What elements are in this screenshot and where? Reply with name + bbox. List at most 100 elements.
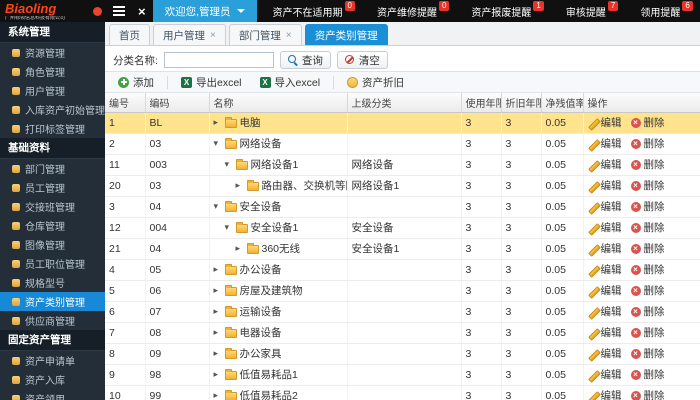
delete-button[interactable]: 删除 bbox=[630, 304, 665, 319]
delete-button[interactable]: 删除 bbox=[630, 136, 665, 151]
edit-button[interactable]: 编辑 bbox=[588, 220, 622, 235]
query-button[interactable]: 查询 bbox=[279, 51, 331, 69]
tree-node[interactable]: ▸ 低值易耗品1 bbox=[214, 367, 343, 382]
tree-node[interactable]: ▾ 安全设备 bbox=[214, 199, 343, 214]
expand-icon[interactable]: ▸ bbox=[214, 306, 222, 317]
tab-3[interactable]: 资产类别管理 bbox=[304, 24, 388, 45]
tab-close-icon[interactable]: × bbox=[210, 30, 216, 41]
expand-icon[interactable]: ▸ bbox=[236, 180, 244, 191]
table-row[interactable]: 203▾网络设备330.05编辑删除 bbox=[105, 133, 700, 155]
category-name-input[interactable] bbox=[163, 52, 274, 68]
collapse-icon[interactable]: ▾ bbox=[225, 222, 233, 233]
sidebar-item-0-4[interactable]: 打印标签管理 bbox=[0, 119, 105, 138]
topbar-notify-item-1[interactable]: 资产维修提醒0 bbox=[377, 0, 450, 19]
table-row[interactable]: 506▸房屋及建筑物330.05编辑删除 bbox=[105, 280, 700, 302]
column-header-0[interactable]: 编号 bbox=[105, 93, 146, 113]
delete-button[interactable]: 删除 bbox=[630, 115, 665, 130]
export-excel-button[interactable]: 导出excel bbox=[174, 73, 249, 92]
expand-icon[interactable]: ▸ bbox=[214, 264, 222, 275]
column-header-6[interactable]: 净残值率 bbox=[541, 93, 584, 113]
edit-button[interactable]: 编辑 bbox=[588, 304, 622, 319]
tree-node[interactable]: ▸ 360无线 bbox=[214, 241, 343, 256]
table-row[interactable]: 998▸低值易耗品1330.05编辑删除 bbox=[105, 364, 700, 386]
sidebar-item-0-0[interactable]: 资源管理 bbox=[0, 43, 105, 62]
tree-node[interactable]: ▸ 办公设备 bbox=[214, 262, 343, 277]
delete-button[interactable]: 删除 bbox=[630, 199, 665, 214]
tab-1[interactable]: 用户管理 × bbox=[153, 24, 226, 45]
tree-node[interactable]: ▸ 运输设备 bbox=[214, 304, 343, 319]
delete-button[interactable]: 删除 bbox=[630, 283, 665, 298]
table-row[interactable]: 708▸电器设备330.05编辑删除 bbox=[105, 322, 700, 344]
delete-button[interactable]: 删除 bbox=[630, 325, 665, 340]
sidebar-section-header-0[interactable]: 系统管理 bbox=[0, 22, 105, 43]
expand-icon[interactable]: ▸ bbox=[214, 369, 222, 380]
edit-button[interactable]: 编辑 bbox=[588, 367, 622, 382]
collapse-icon[interactable]: × bbox=[138, 4, 146, 19]
expand-icon[interactable]: ▸ bbox=[214, 327, 222, 338]
tree-node[interactable]: ▾ 网络设备 bbox=[214, 136, 343, 151]
column-header-5[interactable]: 折旧年限 bbox=[501, 93, 542, 113]
table-row[interactable]: 2104▸360无线安全设备1330.05编辑删除 bbox=[105, 238, 700, 260]
delete-button[interactable]: 删除 bbox=[630, 178, 665, 193]
sidebar-item-0-1[interactable]: 角色管理 bbox=[0, 62, 105, 81]
notification-dot-icon[interactable] bbox=[93, 6, 102, 16]
column-header-3[interactable]: 上级分类 bbox=[347, 93, 462, 113]
tree-node[interactable]: ▾ 安全设备1 bbox=[214, 220, 343, 235]
sidebar-item-2-0[interactable]: 资产申请单 bbox=[0, 351, 105, 370]
sidebar-item-1-5[interactable]: 员工职位管理 bbox=[0, 254, 105, 273]
collapse-icon[interactable]: ▾ bbox=[214, 138, 222, 149]
tree-node[interactable]: ▸ 办公家具 bbox=[214, 346, 343, 361]
sidebar-item-0-3[interactable]: 入库资产初始管理 bbox=[0, 100, 105, 119]
edit-button[interactable]: 编辑 bbox=[588, 157, 622, 172]
add-button[interactable]: 添加 bbox=[111, 73, 161, 92]
sidebar-item-0-2[interactable]: 用户管理 bbox=[0, 81, 105, 100]
tree-node[interactable]: ▾ 网络设备1 bbox=[214, 157, 343, 172]
tree-node[interactable]: ▸ 房屋及建筑物 bbox=[214, 283, 343, 298]
expand-icon[interactable]: ▸ bbox=[236, 243, 244, 254]
edit-button[interactable]: 编辑 bbox=[588, 199, 622, 214]
delete-button[interactable]: 删除 bbox=[630, 367, 665, 382]
tree-node[interactable]: ▸ 电脑 bbox=[214, 115, 343, 130]
topbar-notify-item-2[interactable]: 资产报废提醒1 bbox=[471, 0, 544, 19]
tab-2[interactable]: 部门管理 × bbox=[228, 24, 302, 45]
edit-button[interactable]: 编辑 bbox=[588, 262, 622, 277]
sidebar-item-1-1[interactable]: 员工管理 bbox=[0, 178, 105, 197]
delete-button[interactable]: 删除 bbox=[630, 346, 665, 361]
expand-icon[interactable]: ▸ bbox=[214, 348, 222, 359]
edit-button[interactable]: 编辑 bbox=[588, 115, 622, 130]
sidebar-item-1-4[interactable]: 图像管理 bbox=[0, 235, 105, 254]
sidebar-item-1-2[interactable]: 交接班管理 bbox=[0, 197, 105, 216]
edit-button[interactable]: 编辑 bbox=[588, 178, 622, 193]
table-row[interactable]: 2003▸路由器、交换机等网络服务网络设备1330.05编辑删除 bbox=[105, 175, 700, 197]
sidebar-item-1-3[interactable]: 仓库管理 bbox=[0, 216, 105, 235]
sidebar-section-header-1[interactable]: 基础资料 bbox=[0, 138, 105, 159]
table-row[interactable]: 12004▾安全设备1安全设备330.05编辑删除 bbox=[105, 217, 700, 239]
tab-close-icon[interactable]: × bbox=[286, 30, 292, 41]
edit-button[interactable]: 编辑 bbox=[588, 136, 622, 151]
edit-button[interactable]: 编辑 bbox=[588, 388, 622, 400]
table-row[interactable]: 809▸办公家具330.05编辑删除 bbox=[105, 343, 700, 365]
column-header-1[interactable]: 编码 bbox=[145, 93, 210, 113]
expand-icon[interactable]: ▸ bbox=[214, 390, 222, 400]
delete-button[interactable]: 删除 bbox=[630, 262, 665, 277]
table-row[interactable]: 11003▾网络设备1网络设备330.05编辑删除 bbox=[105, 154, 700, 176]
edit-button[interactable]: 编辑 bbox=[588, 346, 622, 361]
table-row[interactable]: 304▾安全设备330.05编辑删除 bbox=[105, 196, 700, 218]
topbar-notify-item-4[interactable]: 领用提醒6 bbox=[640, 0, 693, 19]
sidebar-section-header-2[interactable]: 固定资产管理 bbox=[0, 330, 105, 351]
delete-button[interactable]: 删除 bbox=[630, 220, 665, 235]
collapse-icon[interactable]: ▾ bbox=[225, 159, 233, 170]
delete-button[interactable]: 删除 bbox=[630, 157, 665, 172]
asset-depreciation-button[interactable]: 资产折旧 bbox=[340, 73, 411, 92]
sidebar-item-2-1[interactable]: 资产入库 bbox=[0, 370, 105, 389]
column-header-2[interactable]: 名称 bbox=[209, 93, 348, 113]
tree-node[interactable]: ▸ 低值易耗品2 bbox=[214, 388, 343, 400]
topbar-notify-item-3[interactable]: 审核提醒7 bbox=[566, 0, 619, 19]
delete-button[interactable]: 删除 bbox=[630, 388, 665, 400]
sidebar-item-2-2[interactable]: 资产领用 bbox=[0, 389, 105, 400]
collapse-icon[interactable]: ▾ bbox=[214, 201, 222, 212]
tree-node[interactable]: ▸ 路由器、交换机等网络服务 bbox=[214, 178, 346, 193]
menu-toggle-icon[interactable] bbox=[113, 6, 125, 16]
table-row[interactable]: 1BL▸电脑330.05编辑删除 bbox=[105, 112, 700, 134]
tab-0[interactable]: 首页 bbox=[109, 24, 150, 45]
